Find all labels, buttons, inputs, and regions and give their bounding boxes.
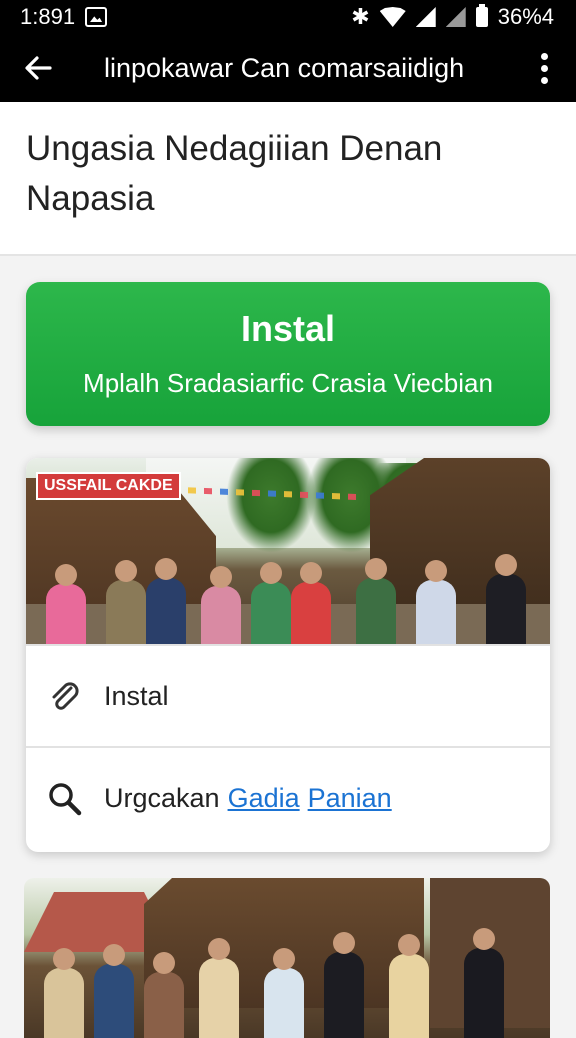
page-header: Ungasia Nedagiiian Denan Napasia	[0, 102, 576, 256]
status-left: 1:891	[20, 4, 108, 30]
dot-icon	[540, 64, 548, 72]
wifi-icon	[379, 7, 406, 27]
bluetooth-icon: ✱	[351, 4, 370, 29]
signal-secondary-icon	[445, 7, 466, 27]
install-row[interactable]: Instal	[26, 644, 550, 746]
paperclip-icon	[46, 678, 82, 714]
dot-icon	[540, 52, 548, 60]
gallery-notification-icon	[85, 7, 108, 27]
link-panian[interactable]: Panian	[308, 783, 392, 814]
install-button[interactable]: Instal Mplalh Sradasiarfic Crasia Viecbi…	[26, 282, 550, 426]
install-title: Instal	[240, 308, 336, 349]
page-title: Ungasia Nedagiiian Denan Napasia	[26, 129, 443, 218]
status-right: ✱ 36%4	[351, 4, 554, 30]
battery-icon	[475, 4, 488, 27]
village-photo-secondary	[24, 878, 550, 1038]
village-photo: USSFAIL CAKDE	[26, 458, 550, 644]
signal-icon	[415, 7, 436, 27]
photo-label: USSFAIL CAKDE	[36, 472, 181, 500]
link-gadia[interactable]: Gadia	[228, 783, 300, 814]
content-card: USSFAIL CAKDE Instal Urgcakan Gadia Pani…	[26, 458, 550, 852]
status-time: 1:891	[20, 4, 76, 29]
status-bar: 1:891 ✱ 36%4	[0, 0, 576, 34]
install-subtitle: Mplalh Sradasiarfic Crasia Viecbian	[83, 368, 493, 398]
toolbar-title: linpokawar Can comarsaiidigh	[104, 52, 465, 83]
more-options-button[interactable]	[512, 34, 576, 102]
dot-icon	[540, 76, 548, 84]
app-toolbar: linpokawar Can comarsaiidigh	[0, 34, 576, 102]
install-row-label: Instal	[104, 680, 169, 711]
arrow-left-icon	[25, 56, 52, 80]
battery-level: 36%4	[497, 4, 554, 29]
search-icon	[46, 780, 82, 816]
search-row-label: Urgcakan	[104, 782, 220, 813]
search-row[interactable]: Urgcakan Gadia Panian	[26, 746, 550, 848]
back-button[interactable]	[0, 34, 76, 102]
